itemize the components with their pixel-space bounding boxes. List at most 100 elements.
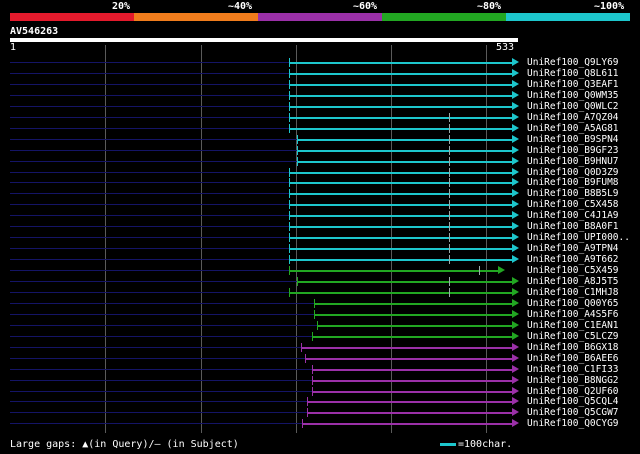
hit-row[interactable]: UniRef100_Q8L611: [0, 68, 640, 79]
hit-row[interactable]: UniRef100_B9FUM8: [0, 177, 640, 188]
hit-label-link[interactable]: UniRef100_A5AG81: [527, 123, 619, 134]
hit-aligned-line: [314, 302, 512, 305]
scale-label-20: 20%: [112, 1, 131, 12]
hit-label-link[interactable]: UniRef100_C5X459: [527, 265, 619, 276]
hit-row[interactable]: UniRef100_B6AEE6: [0, 353, 640, 364]
hit-unaligned-line: [10, 182, 289, 184]
hit-label-link[interactable]: UniRef100_Q5CGW7: [527, 407, 619, 418]
hit-label-link[interactable]: UniRef100_B6GX18: [527, 342, 619, 353]
hit-row[interactable]: UniRef100_A7QZ04: [0, 112, 640, 123]
scale-label-80: ~80%: [477, 1, 502, 12]
hit-unaligned-line: [10, 313, 314, 315]
hit-label-link[interactable]: UniRef100_C1MHJ8: [527, 287, 619, 298]
hit-row[interactable]: UniRef100_B9SPN4: [0, 134, 640, 145]
hit-label-link[interactable]: UniRef100_B8A0F1: [527, 221, 619, 232]
hit-unaligned-line: [10, 259, 289, 261]
hit-row[interactable]: UniRef100_A4S5F6: [0, 309, 640, 320]
hit-end-arrow: [512, 211, 519, 220]
hit-label-link[interactable]: UniRef100_A4S5F6: [527, 309, 619, 320]
hit-row[interactable]: UniRef100_C1FI33: [0, 364, 640, 375]
hit-row[interactable]: UniRef100_A9TPN4: [0, 243, 640, 254]
hit-label-link[interactable]: UniRef100_C5LCZ9: [527, 331, 619, 342]
hit-end-arrow: [512, 320, 519, 329]
hit-row[interactable]: UniRef100_A8J5T5: [0, 276, 640, 287]
hit-end-arrow: [512, 156, 519, 165]
hit-end-arrow: [512, 58, 519, 66]
hit-row[interactable]: UniRef100_B8NGG2: [0, 375, 640, 386]
hit-row[interactable]: UniRef100_Q2UF60: [0, 386, 640, 397]
hit-aligned-line: [317, 324, 512, 327]
hit-end-arrow: [512, 90, 519, 99]
hit-label-link[interactable]: UniRef100_A8J5T5: [527, 276, 619, 287]
query-name: AV546263: [10, 26, 59, 37]
hit-unaligned-line: [10, 390, 312, 392]
hit-label-link[interactable]: UniRef100_B9HNU7: [527, 156, 619, 167]
hit-label-link[interactable]: UniRef100_Q8L611: [527, 68, 619, 79]
hit-aligned-line: [312, 379, 512, 382]
hit-end-arrow: [512, 277, 519, 285]
hit-row[interactable]: UniRef100_Q5CGW7: [0, 407, 640, 418]
hit-row[interactable]: UniRef100_UPI000..: [0, 232, 640, 243]
hit-row[interactable]: UniRef100_B8A0F1: [0, 221, 640, 232]
hit-row[interactable]: UniRef100_B9GF23: [0, 145, 640, 156]
hit-row[interactable]: UniRef100_Q0D3Z9: [0, 167, 640, 178]
hit-label-link[interactable]: UniRef100_Q00Y65: [527, 298, 619, 309]
hit-row[interactable]: UniRef100_B9HNU7: [0, 156, 640, 167]
hit-label-link[interactable]: UniRef100_Q2UF60: [527, 386, 619, 397]
gap-marker: [449, 123, 450, 133]
hit-label-link[interactable]: UniRef100_C1FI33: [527, 364, 619, 375]
hit-label-link[interactable]: UniRef100_Q0WM35: [527, 90, 619, 101]
hit-aligned-line: [297, 281, 512, 283]
hit-label-link[interactable]: UniRef100_B8B5L9: [527, 188, 619, 199]
hit-row[interactable]: UniRef100_A5AG81: [0, 123, 640, 134]
hit-unaligned-line: [10, 346, 301, 348]
hit-row[interactable]: UniRef100_C1EAN1: [0, 320, 640, 331]
hit-row[interactable]: UniRef100_Q9LY69: [0, 57, 640, 68]
hit-row[interactable]: UniRef100_A9T662: [0, 254, 640, 265]
hit-end-arrow: [512, 364, 519, 373]
hit-label-link[interactable]: UniRef100_B9SPN4: [527, 134, 619, 145]
hit-aligned-line: [289, 204, 512, 207]
hit-unaligned-line: [10, 193, 289, 195]
hit-end-arrow: [512, 79, 519, 88]
hit-label-link[interactable]: UniRef100_Q3EAF1: [527, 79, 619, 90]
hit-label-link[interactable]: UniRef100_C4J1A9: [527, 210, 619, 221]
hit-label-link[interactable]: UniRef100_A9TPN4: [527, 243, 619, 254]
hit-row[interactable]: UniRef100_Q0CYG9: [0, 418, 640, 429]
hit-row[interactable]: UniRef100_Q3EAF1: [0, 79, 640, 90]
hit-label-link[interactable]: UniRef100_A7QZ04: [527, 112, 619, 123]
hit-row[interactable]: UniRef100_Q00Y65: [0, 298, 640, 309]
hit-label-link[interactable]: UniRef100_Q0CYG9: [527, 418, 619, 429]
hit-label-link[interactable]: UniRef100_Q5CQL4: [527, 396, 619, 407]
hit-row[interactable]: UniRef100_Q0WLC2: [0, 101, 640, 112]
hit-aligned-line: [289, 291, 512, 294]
hit-row[interactable]: UniRef100_Q5CQL4: [0, 396, 640, 407]
hit-aligned-line: [289, 248, 512, 251]
hit-label-link[interactable]: UniRef100_B9FUM8: [527, 177, 619, 188]
hit-row[interactable]: UniRef100_C5LCZ9: [0, 331, 640, 342]
hit-label-link[interactable]: UniRef100_B9GF23: [527, 145, 619, 156]
hit-label-link[interactable]: UniRef100_Q0WLC2: [527, 101, 619, 112]
hit-label-link[interactable]: UniRef100_C5X458: [527, 199, 619, 210]
hit-row[interactable]: UniRef100_C4J1A9: [0, 210, 640, 221]
hit-row[interactable]: UniRef100_B6GX18: [0, 342, 640, 353]
hit-end-arrow: [512, 255, 519, 264]
scale-segment-40: [134, 13, 258, 21]
hit-row[interactable]: UniRef100_B8B5L9: [0, 188, 640, 199]
hit-row[interactable]: UniRef100_C5X459: [0, 265, 640, 276]
hit-label-link[interactable]: UniRef100_Q0D3Z9: [527, 167, 619, 178]
hit-end-arrow: [512, 397, 519, 406]
hit-label-link[interactable]: UniRef100_Q9LY69: [527, 57, 619, 68]
hit-label-link[interactable]: UniRef100_UPI000..: [527, 232, 630, 243]
hit-row[interactable]: UniRef100_C5X458: [0, 199, 640, 210]
hit-unaligned-line: [10, 105, 289, 107]
hit-label-link[interactable]: UniRef100_C1EAN1: [527, 320, 619, 331]
hit-row[interactable]: UniRef100_C1MHJ8: [0, 287, 640, 298]
hit-end-arrow: [512, 408, 519, 417]
hit-row[interactable]: UniRef100_Q0WM35: [0, 90, 640, 101]
hit-label-link[interactable]: UniRef100_A9T662: [527, 254, 619, 265]
hit-label-link[interactable]: UniRef100_B8NGG2: [527, 375, 619, 386]
hit-label-link[interactable]: UniRef100_B6AEE6: [527, 353, 619, 364]
hit-unaligned-line: [10, 138, 297, 140]
scale-legend-text: =100char.: [458, 439, 513, 450]
